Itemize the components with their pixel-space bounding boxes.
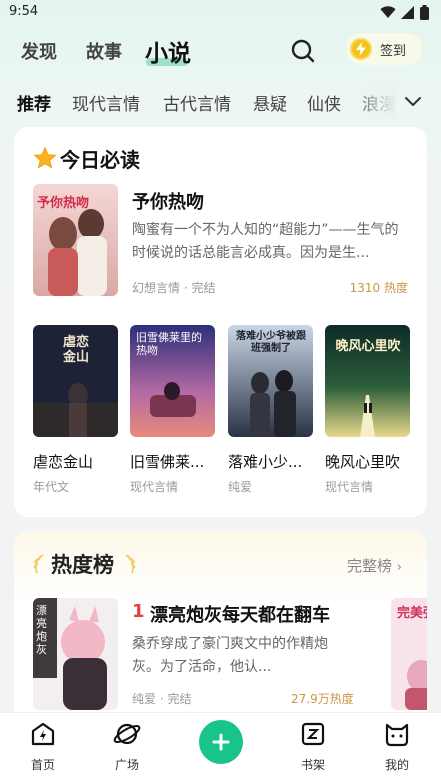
book-cover: 落难小少爷被跟班强制了 xyxy=(228,325,313,437)
hot-book-description: 桑乔穿成了豪门爽文中的作精炮灰。为了活命，他认... xyxy=(132,636,328,675)
search-icon xyxy=(291,39,315,63)
featured-book-title[interactable]: 予你热吻 xyxy=(132,188,204,214)
category-xianxia[interactable]: 仙侠 xyxy=(307,90,341,115)
featured-book-meta: 幻想言情 · 完结 xyxy=(132,281,216,295)
book-cover-text: 虐恋金山 xyxy=(63,335,90,365)
book-genre: 年代文 xyxy=(33,480,70,494)
plus-icon xyxy=(212,733,230,751)
tab-me[interactable]: 我的 xyxy=(367,719,427,773)
star-icon xyxy=(33,146,57,169)
hot-book-heat: 27.9万热度 xyxy=(291,692,354,706)
book-cover: 晚风心里吹 xyxy=(325,325,410,437)
tab-novels[interactable]: 小说 xyxy=(145,34,191,68)
book-title: 落难小少... xyxy=(228,453,303,471)
book-card[interactable]: 落难小少爷被跟班强制了 落难小少... 纯爱 xyxy=(228,325,314,495)
tab-me-label: 我的 xyxy=(384,758,409,772)
hot-book-meta: 纯爱 · 完结 xyxy=(132,692,192,706)
book-card[interactable]: 晚风心里吹 晚风心里吹 现代言情 xyxy=(325,325,411,495)
create-button[interactable] xyxy=(199,720,243,764)
full-list-label: 完整榜 xyxy=(347,557,393,575)
wifi-icon xyxy=(380,6,396,18)
status-bar: 9:54 xyxy=(0,0,441,26)
laurel-right-icon xyxy=(125,554,136,574)
book-title: 晚风心里吹 xyxy=(325,453,401,471)
book-cover-text: 晚风心里吹 xyxy=(335,339,401,354)
next-book-cover[interactable]: 完美强 xyxy=(391,598,427,710)
search-button[interactable] xyxy=(290,38,316,64)
hot-book-title[interactable]: 漂亮炮灰每天都在翻车 xyxy=(150,601,330,627)
category-tabs: 推荐 现代言情 古代言情 悬疑 仙侠 浪漫 xyxy=(0,86,441,118)
book-genre: 现代言情 xyxy=(130,480,179,494)
book-title: 旧雪佛莱... xyxy=(130,453,205,471)
battery-icon xyxy=(420,5,429,20)
hot-list-card: 热度榜 完整榜 › 漂亮炮灰 1 漂亮炮灰每天都在翻车 桑乔穿成了豪门爽文中的作… xyxy=(14,531,427,731)
book-cover: 虐恋金山 xyxy=(33,325,118,437)
featured-cover-text: 予你热吻 xyxy=(37,196,90,211)
today-title: 今日必读 xyxy=(60,148,140,172)
book-cover-text: 旧雪佛莱里的热吻 xyxy=(136,331,202,357)
full-list-link[interactable]: 完整榜 › xyxy=(347,555,402,576)
status-icons xyxy=(380,5,429,20)
tab-home[interactable]: 首页 xyxy=(13,719,73,773)
tab-bookshelf[interactable]: 书架 xyxy=(283,719,343,773)
signin-label: 签到 xyxy=(380,43,407,59)
hot-book-cover[interactable]: 漂亮炮灰 xyxy=(33,598,118,710)
signal-icon xyxy=(401,6,414,19)
book-genre: 现代言情 xyxy=(325,480,374,494)
book-title: 虐恋金山 xyxy=(33,453,94,471)
tab-stories[interactable]: 故事 xyxy=(86,38,122,64)
lightning-coin-icon xyxy=(350,38,372,60)
chevron-right-icon: › xyxy=(396,560,402,575)
tab-square[interactable]: 广场 xyxy=(97,719,157,773)
category-modern-romance[interactable]: 现代言情 xyxy=(72,90,140,115)
home-icon xyxy=(31,722,55,746)
category-recommend[interactable]: 推荐 xyxy=(17,90,51,115)
book-cover-text: 落难小少爷被跟班强制了 xyxy=(236,331,306,354)
category-ancient-romance[interactable]: 古代言情 xyxy=(163,90,231,115)
book-genre: 纯爱 xyxy=(228,480,253,494)
hot-cover-text: 漂亮炮灰 xyxy=(36,604,47,656)
tab-bookshelf-label: 书架 xyxy=(300,758,325,772)
category-expand-button[interactable] xyxy=(400,88,426,114)
signin-button[interactable]: 签到 xyxy=(346,33,422,65)
featured-book-cover[interactable]: 予你热吻 xyxy=(33,184,118,296)
book-card[interactable]: 旧雪佛莱里的热吻 旧雪佛莱... 现代言情 xyxy=(130,325,216,495)
tab-home-label: 首页 xyxy=(30,758,55,772)
featured-book-description: 陶蜜有一个不为人知的“超能力”——生气的时候说的话总能言必成真。因为是生... xyxy=(132,222,399,261)
tab-discover[interactable]: 发现 xyxy=(21,38,57,64)
status-time: 9:54 xyxy=(9,4,39,19)
featured-book-heat: 1310 热度 xyxy=(349,281,408,295)
planet-icon xyxy=(113,723,141,745)
bookshelf-icon xyxy=(301,722,325,746)
today-must-read-card: 今日必读 予你热吻 予你热吻 陶蜜有一个不为人知的“超能力”——生气的时候说的话… xyxy=(14,127,427,517)
hot-list-title: 热度榜 xyxy=(51,553,114,577)
next-cover-text: 完美强 xyxy=(397,606,427,621)
book-cover: 旧雪佛莱里的热吻 xyxy=(130,325,215,437)
category-suspense[interactable]: 悬疑 xyxy=(253,90,287,115)
bottom-tab-bar: 首页 广场 书架 我的 xyxy=(0,712,441,784)
category-fade xyxy=(346,86,396,118)
cat-face-icon xyxy=(385,723,409,747)
top-nav: 发现 故事 小说 签到 xyxy=(0,30,441,74)
hot-rank-number: 1 xyxy=(132,601,145,622)
tab-square-label: 广场 xyxy=(114,758,139,772)
laurel-left-icon xyxy=(33,554,44,574)
chevron-down-icon xyxy=(405,97,421,106)
book-card[interactable]: 虐恋金山 虐恋金山 年代文 xyxy=(33,325,119,495)
